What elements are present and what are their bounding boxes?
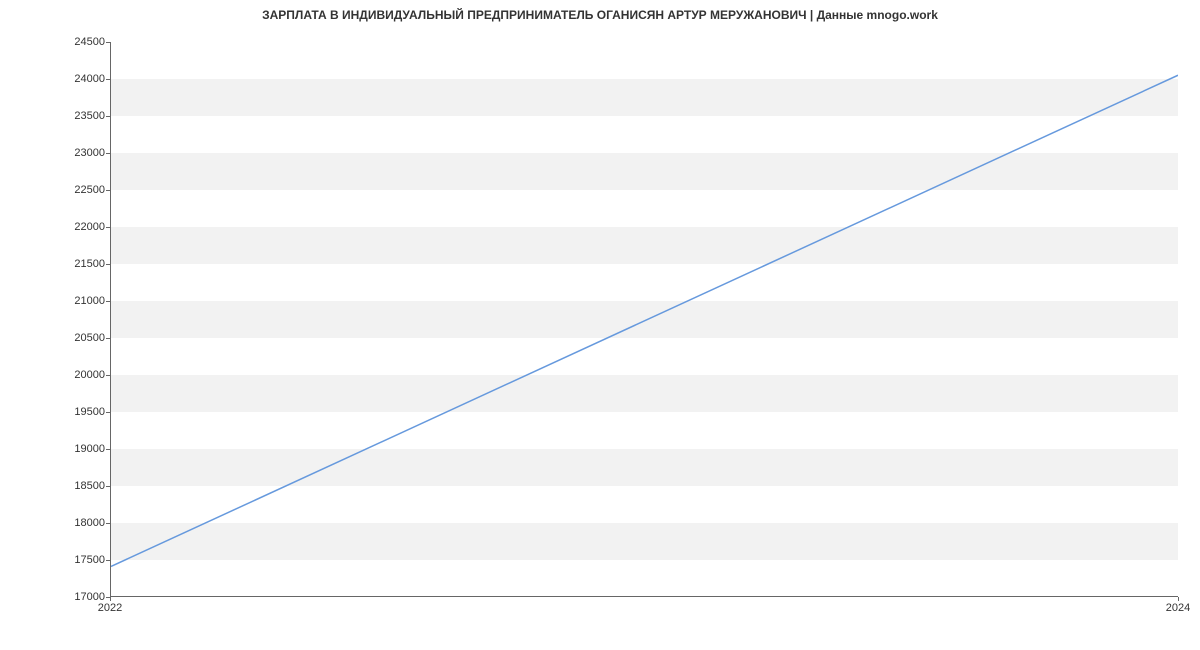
- chart-container: 1700017500180001850019000195002000020500…: [48, 30, 1178, 610]
- y-axis-tick-label: 21000: [55, 295, 105, 307]
- y-tick-mark: [106, 264, 110, 265]
- x-axis-tick-label: 2024: [1166, 602, 1190, 614]
- y-axis-tick-label: 18000: [55, 517, 105, 529]
- y-tick-mark: [106, 116, 110, 117]
- y-tick-mark: [106, 301, 110, 302]
- plot-area: [110, 42, 1178, 597]
- y-axis-tick-label: 20500: [55, 332, 105, 344]
- y-tick-mark: [106, 375, 110, 376]
- y-axis-tick-label: 24000: [55, 73, 105, 85]
- y-axis-tick-label: 19500: [55, 406, 105, 418]
- y-axis-tick-label: 22000: [55, 221, 105, 233]
- y-axis-tick-label: 22500: [55, 184, 105, 196]
- y-tick-mark: [106, 153, 110, 154]
- y-axis-tick-label: 23500: [55, 110, 105, 122]
- y-tick-mark: [106, 227, 110, 228]
- y-tick-mark: [106, 190, 110, 191]
- y-tick-mark: [106, 338, 110, 339]
- y-axis-tick-label: 19000: [55, 443, 105, 455]
- x-tick-mark: [1178, 597, 1179, 601]
- y-axis-tick-label: 21500: [55, 258, 105, 270]
- y-axis-tick-label: 17500: [55, 554, 105, 566]
- y-tick-mark: [106, 486, 110, 487]
- data-line: [111, 75, 1178, 566]
- y-tick-mark: [106, 79, 110, 80]
- y-tick-mark: [106, 42, 110, 43]
- y-axis-tick-label: 23000: [55, 147, 105, 159]
- y-tick-mark: [106, 412, 110, 413]
- y-axis-tick-label: 20000: [55, 369, 105, 381]
- chart-title: ЗАРПЛАТА В ИНДИВИДУАЛЬНЫЙ ПРЕДПРИНИМАТЕЛ…: [0, 0, 1200, 30]
- y-axis-tick-label: 18500: [55, 480, 105, 492]
- y-tick-mark: [106, 560, 110, 561]
- y-tick-mark: [106, 523, 110, 524]
- chart-line-svg: [111, 42, 1178, 596]
- y-tick-mark: [106, 449, 110, 450]
- y-axis-tick-label: 24500: [55, 36, 105, 48]
- x-tick-mark: [110, 597, 111, 601]
- x-axis-tick-label: 2022: [98, 602, 122, 614]
